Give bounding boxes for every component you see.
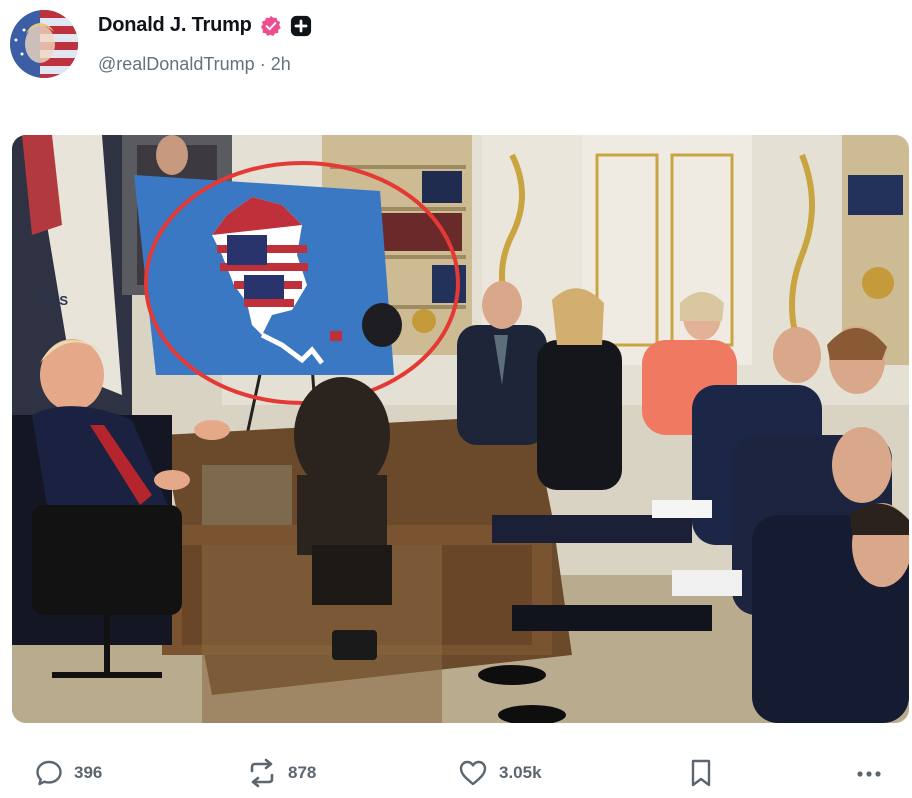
svg-text:TUS: TUS	[42, 293, 68, 308]
repost-count: 878	[288, 763, 317, 782]
bookmark-button[interactable]	[688, 758, 714, 788]
repost-button[interactable]: 878	[246, 758, 316, 788]
post-image[interactable]: TUS	[12, 135, 909, 723]
repost-icon	[246, 758, 278, 788]
more-button[interactable]	[854, 758, 884, 788]
avatar[interactable]	[10, 10, 78, 78]
reply-count: 396	[74, 763, 103, 782]
separator-dot: ·	[259, 54, 266, 74]
author-row: Donald J. Trump	[98, 14, 312, 37]
author-handle[interactable]: @realDonaldTrump	[98, 54, 255, 74]
verified-badge-icon	[260, 15, 282, 37]
oval-office-photo: TUS	[12, 135, 909, 723]
reply-button[interactable]: 396	[34, 758, 102, 788]
like-button[interactable]: 3.05k	[457, 758, 542, 788]
bookmark-icon	[688, 758, 714, 788]
post-actions: 396 878 3.05k	[0, 750, 912, 798]
more-icon	[854, 758, 884, 788]
heart-icon	[457, 758, 489, 788]
post-time[interactable]: 2h	[271, 54, 291, 74]
avatar-image	[10, 10, 78, 78]
author-name[interactable]: Donald J. Trump	[98, 14, 252, 37]
like-count: 3.05k	[499, 763, 542, 782]
reply-icon	[34, 758, 64, 788]
plus-square-icon[interactable]	[290, 15, 312, 37]
handle-row: @realDonaldTrump · 2h	[98, 54, 291, 75]
